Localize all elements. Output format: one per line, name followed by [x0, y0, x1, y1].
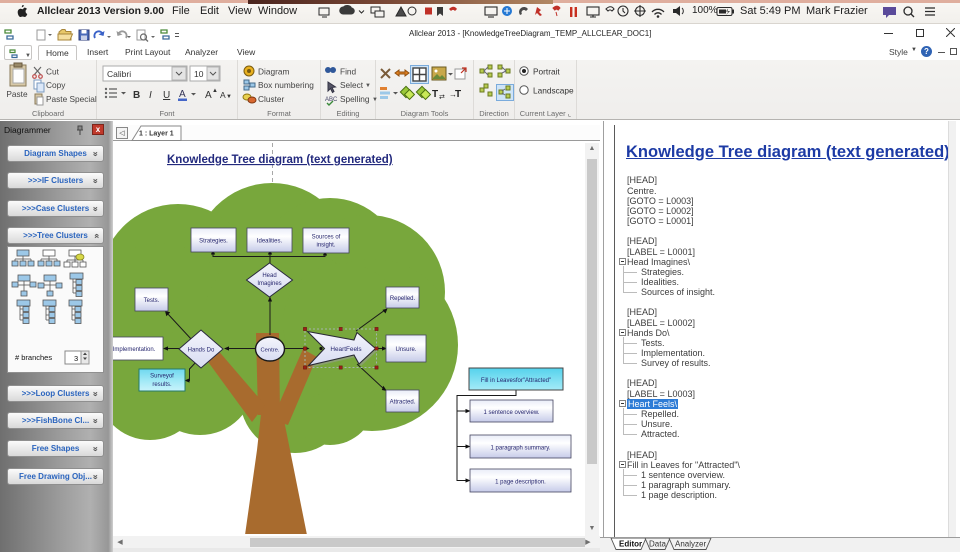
svg-text:Strategies.: Strategies. [199, 239, 228, 245]
svg-text:insight.: insight. [316, 243, 335, 249]
svg-text:Cluster: Cluster [258, 94, 285, 104]
svg-text:Surveyof: Surveyof [150, 374, 174, 380]
svg-text:# branches: # branches [15, 353, 52, 362]
svg-text:Editor: Editor [619, 540, 642, 549]
svg-text:Spelling: Spelling [340, 94, 370, 104]
svg-text:1 : Layer 1: 1 : Layer 1 [139, 131, 174, 138]
svg-text:Select: Select [340, 80, 364, 90]
svg-text:A: A [179, 89, 186, 100]
svg-text:1 paragraph summary.: 1 paragraph summary. [491, 446, 551, 452]
svg-text:Find: Find [340, 67, 357, 77]
svg-text:Fill in Leavesfor"Attracted": Fill in Leavesfor"Attracted" [481, 378, 551, 384]
svg-text:Box numbering: Box numbering [258, 80, 314, 90]
svg-text:Knowledge Tree diagram (text g: Knowledge Tree diagram (text generated) [167, 154, 393, 166]
svg-text:Analyzer: Analyzer [675, 540, 706, 549]
svg-text:Landscape: Landscape [533, 86, 574, 96]
svg-text:3: 3 [74, 354, 78, 363]
svg-text:Calibri: Calibri [107, 69, 131, 79]
svg-text:▲: ▲ [212, 88, 218, 94]
svg-text:Portrait: Portrait [533, 67, 560, 77]
svg-text:Diagram: Diagram [258, 67, 289, 77]
svg-text:T: T [432, 89, 438, 100]
svg-text:Repelled.: Repelled. [390, 296, 416, 302]
svg-text:results.: results. [152, 382, 172, 388]
svg-text:Unsure.: Unsure. [395, 347, 416, 353]
svg-text:Attracted.: Attracted. [390, 400, 416, 406]
svg-text:Head: Head [262, 273, 276, 279]
svg-text:Data: Data [649, 540, 666, 549]
svg-text:Implementation.: Implementation. [113, 347, 156, 353]
svg-text:▼: ▼ [226, 94, 232, 100]
svg-text:10: 10 [194, 69, 204, 79]
svg-text:Paste: Paste [6, 89, 28, 99]
svg-text:Centre.: Centre. [260, 348, 279, 354]
svg-text:⇄: ⇄ [439, 94, 445, 101]
svg-text:U: U [163, 90, 170, 101]
svg-text:▼: ▼ [372, 97, 378, 103]
svg-text:HeartFeels: HeartFeels [330, 346, 361, 353]
svg-text:T: T [455, 89, 461, 100]
svg-text:Sources of: Sources of [312, 235, 341, 241]
svg-text:B: B [133, 90, 140, 101]
svg-text:▼: ▼ [365, 83, 371, 89]
svg-text:1 sentence overview.: 1 sentence overview. [483, 410, 539, 416]
svg-text:Tests.: Tests. [144, 298, 160, 304]
svg-text:1 page description.: 1 page description. [495, 480, 546, 486]
svg-text:Copy: Copy [46, 80, 66, 90]
svg-text:I: I [149, 90, 152, 101]
svg-text:Idealities.: Idealities. [257, 239, 283, 245]
svg-text:A: A [205, 90, 212, 101]
svg-text:Paste Special: Paste Special [46, 94, 97, 104]
svg-text:Cut: Cut [46, 67, 60, 77]
svg-text:Hands Do: Hands Do [188, 348, 215, 354]
svg-text:Imagines: Imagines [257, 281, 281, 287]
